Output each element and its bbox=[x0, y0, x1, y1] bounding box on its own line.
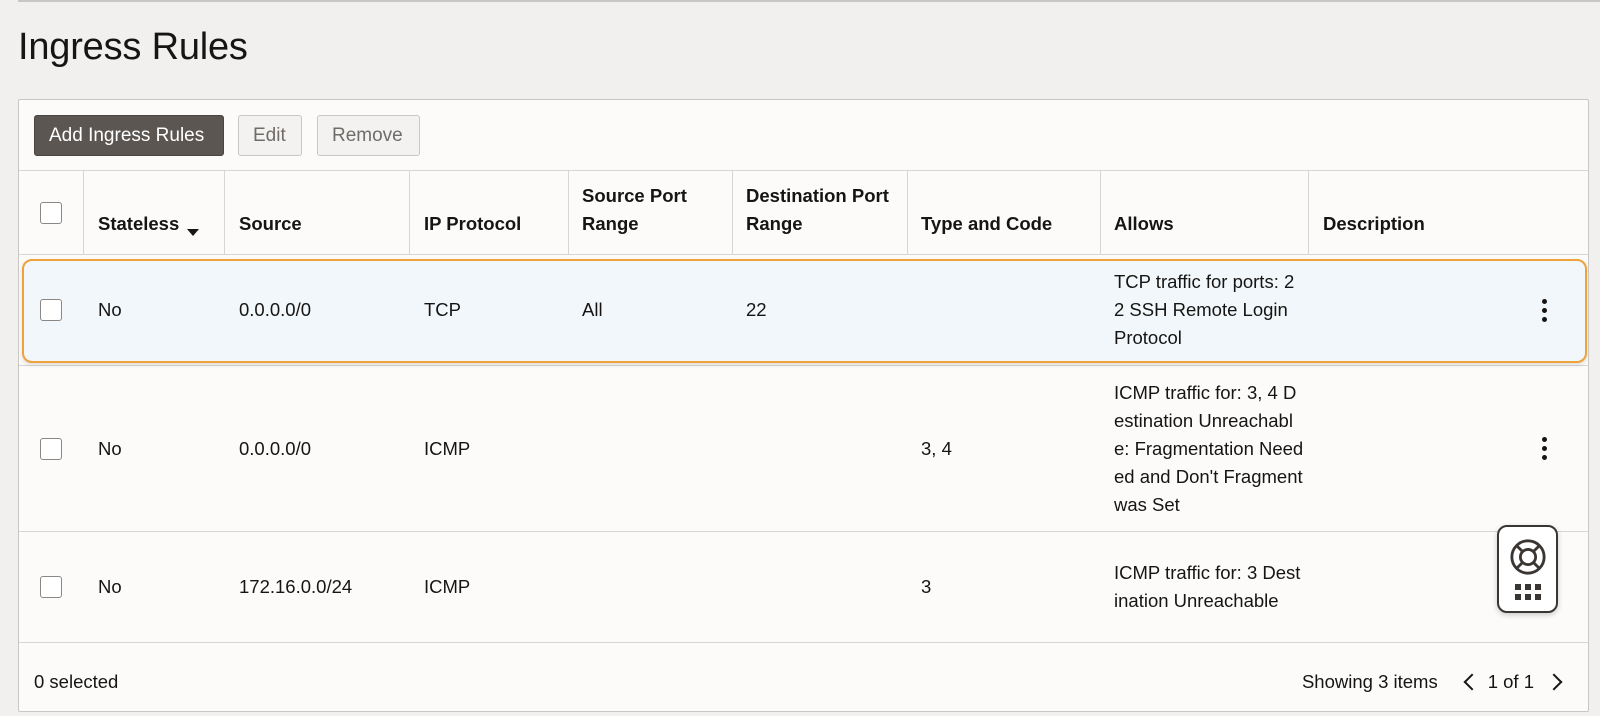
cell-source-port-range: All bbox=[582, 299, 603, 320]
column-header-description: Description bbox=[1323, 213, 1425, 234]
table-row[interactable]: No 0.0.0.0/0 TCP All 22 TCP traffic for … bbox=[19, 255, 1588, 366]
cell-allows: ICMP traffic for: 3 Destination Unreacha… bbox=[1114, 562, 1301, 611]
row-checkbox[interactable] bbox=[40, 576, 62, 598]
cell-ip-protocol: TCP bbox=[424, 299, 461, 320]
select-all-checkbox[interactable] bbox=[40, 201, 62, 224]
cell-type-and-code: 3, 4 bbox=[921, 437, 952, 459]
row-actions-kebab-icon[interactable] bbox=[1541, 437, 1547, 460]
row-checkbox[interactable] bbox=[40, 299, 62, 321]
column-header-allows: Allows bbox=[1114, 213, 1174, 234]
rules-table: Stateless Source IP Protocol Source Port… bbox=[19, 171, 1588, 643]
cell-type-and-code: 3 bbox=[921, 576, 932, 597]
table-row[interactable]: No 172.16.0.0/24 ICMP 3 ICMP traffic for… bbox=[19, 532, 1588, 643]
previous-page-icon[interactable] bbox=[1463, 673, 1481, 691]
cell-source-port-range bbox=[582, 532, 732, 642]
table-header: Stateless Source IP Protocol Source Port… bbox=[19, 171, 1588, 255]
column-header-type-and-code: Type and Code bbox=[921, 213, 1053, 234]
next-page-icon[interactable] bbox=[1545, 673, 1563, 691]
help-widget[interactable] bbox=[1497, 525, 1558, 613]
sort-descending-icon bbox=[187, 229, 200, 236]
cell-destination-port-range bbox=[746, 532, 916, 642]
cell-stateless: No bbox=[98, 576, 122, 597]
column-label: Stateless bbox=[98, 213, 180, 234]
cell-source: 0.0.0.0/0 bbox=[239, 437, 312, 459]
page-title: Ingress Rules bbox=[18, 26, 248, 68]
cell-stateless: No bbox=[98, 299, 122, 320]
cell-source: 0.0.0.0/0 bbox=[239, 299, 312, 320]
lifebuoy-icon bbox=[1509, 539, 1546, 575]
top-divider bbox=[18, 0, 1600, 2]
cell-type-and-code bbox=[921, 255, 1101, 365]
select-all-cell bbox=[40, 171, 80, 254]
cell-destination-port-range: 22 bbox=[746, 299, 767, 320]
cell-allows: ICMP traffic for: 3, 4 Destination Unrea… bbox=[1114, 381, 1304, 515]
cell-stateless: No bbox=[98, 437, 122, 459]
column-header-source: Source bbox=[239, 213, 302, 234]
cell-allows: TCP traffic for ports: 22 SSH Remote Log… bbox=[1114, 271, 1295, 348]
row-checkbox[interactable] bbox=[40, 437, 62, 460]
cell-ip-protocol: ICMP bbox=[424, 576, 471, 597]
cell-ip-protocol: ICMP bbox=[424, 437, 471, 459]
row-actions-kebab-icon[interactable] bbox=[1541, 298, 1547, 322]
column-header-stateless[interactable]: Stateless bbox=[98, 171, 218, 254]
ingress-rules-panel: Add Ingress Rules Edit Remove Stateless … bbox=[18, 99, 1589, 712]
selection-count: 0 selected bbox=[34, 671, 119, 692]
cell-description bbox=[1323, 255, 1523, 365]
cell-source-port-range bbox=[582, 366, 732, 531]
column-header-destination-port-range: Destination Port Range bbox=[746, 185, 889, 234]
pagination: Showing 3 items 1 of 1 bbox=[1301, 671, 1563, 693]
column-header-ip-protocol: IP Protocol bbox=[424, 213, 522, 234]
apps-grid-icon bbox=[1514, 584, 1541, 600]
cell-destination-port-range bbox=[746, 366, 916, 531]
column-header-source-port-range: Source Port Range bbox=[582, 185, 687, 234]
items-count: Showing 3 items bbox=[1301, 671, 1438, 692]
toolbar: Add Ingress Rules Edit Remove bbox=[19, 100, 1588, 171]
cell-description bbox=[1323, 532, 1523, 642]
remove-button[interactable]: Remove bbox=[317, 115, 420, 156]
table-footer: 0 selected Showing 3 items 1 of 1 bbox=[19, 653, 1588, 711]
cell-description bbox=[1323, 366, 1523, 531]
edit-button[interactable]: Edit bbox=[238, 115, 302, 156]
table-row[interactable]: No 0.0.0.0/0 ICMP 3, 4 ICMP traffic for:… bbox=[19, 366, 1588, 532]
page-indicator: 1 of 1 bbox=[1487, 671, 1534, 692]
add-ingress-rules-button[interactable]: Add Ingress Rules bbox=[34, 115, 224, 156]
cell-source: 172.16.0.0/24 bbox=[239, 576, 353, 597]
